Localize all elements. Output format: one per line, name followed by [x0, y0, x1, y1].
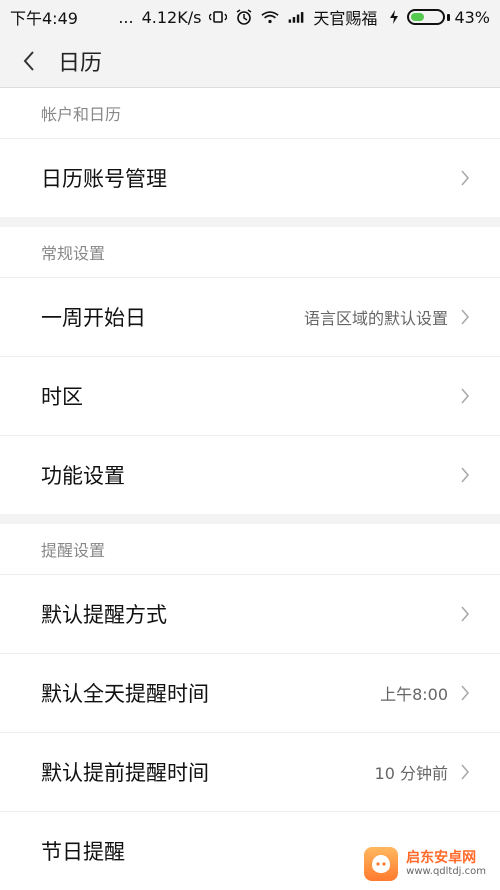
section-header: 提醒设置	[41, 541, 106, 560]
row-label: 日历账号管理	[41, 167, 167, 191]
battery-indicator: 43%	[385, 8, 490, 27]
charging-icon	[385, 10, 403, 24]
vibrate-icon	[209, 10, 228, 24]
row-label: 默认全天提醒时间	[41, 682, 209, 706]
row-label: 默认提醒方式	[41, 603, 167, 627]
watermark-url: www.qdltdj.com	[406, 866, 486, 878]
signal-icon	[287, 10, 305, 24]
row-value: 语言区域的默认设置	[303, 309, 448, 328]
row-default-reminder-method[interactable]: 默认提醒方式	[0, 574, 500, 653]
row-timezone[interactable]: 时区	[0, 356, 500, 435]
status-left: 下午4:49	[10, 5, 78, 29]
status-right: ... 4.12K/s 天官赐福 43%	[118, 5, 490, 29]
back-button[interactable]	[18, 50, 40, 72]
row-advance-reminder-time[interactable]: 默认提前提醒时间 10 分钟前	[0, 732, 500, 811]
wifi-icon	[261, 10, 280, 24]
row-label: 节日提醒	[41, 840, 125, 864]
section-divider	[0, 217, 500, 227]
watermark: 启东安卓网 www.qdltdj.com	[364, 847, 486, 881]
chevron-right-icon	[458, 167, 472, 189]
row-right: 上午8:00	[380, 681, 472, 705]
section-header: 帐户和日历	[41, 105, 122, 124]
chevron-right-icon	[458, 682, 472, 704]
chevron-right-icon	[458, 761, 472, 783]
chevron-left-icon	[23, 50, 34, 71]
chevron-right-icon	[458, 306, 472, 328]
row-week-start[interactable]: 一周开始日 语言区域的默认设置	[0, 277, 500, 356]
row-allday-reminder-time[interactable]: 默认全天提醒时间 上午8:00	[0, 653, 500, 732]
status-dots: ...	[118, 7, 134, 27]
chevron-right-icon	[458, 464, 472, 486]
battery-icon	[407, 9, 446, 25]
watermark-text: 启东安卓网 www.qdltdj.com	[406, 849, 486, 878]
row-calendar-accounts[interactable]: 日历账号管理	[0, 138, 500, 217]
row-value: 上午8:00	[380, 685, 448, 704]
row-right	[448, 603, 472, 625]
carrier-name: 天官赐福	[313, 9, 378, 28]
row-value: 10 分钟前	[374, 764, 448, 783]
section-accounts: 帐户和日历 日历账号管理	[0, 88, 500, 217]
section-general: 常规设置 一周开始日 语言区域的默认设置 时区 功能设置	[0, 227, 500, 514]
alarm-icon	[235, 9, 253, 25]
chevron-right-icon	[458, 603, 472, 625]
chevron-right-icon	[458, 385, 472, 407]
status-time: 下午4:49	[10, 9, 78, 28]
battery-fill	[411, 13, 425, 21]
row-label: 功能设置	[41, 464, 125, 488]
status-bar: 下午4:49 ... 4.12K/s 天官赐福 43%	[0, 0, 500, 34]
row-right	[448, 385, 472, 407]
row-label: 时区	[41, 385, 83, 409]
battery-percent: 43%	[454, 7, 490, 27]
watermark-title: 启东安卓网	[406, 849, 477, 866]
section-divider	[0, 514, 500, 524]
row-right: 10 分钟前	[375, 760, 472, 784]
row-right	[448, 167, 472, 189]
network-speed: 4.12K/s	[141, 7, 202, 27]
row-feature-settings[interactable]: 功能设置	[0, 435, 500, 514]
section-reminders: 提醒设置 默认提醒方式 默认全天提醒时间 上午8:00 默认提前提醒时间 10 …	[0, 524, 500, 890]
row-label: 默认提前提醒时间	[41, 761, 209, 785]
row-right: 语言区域的默认设置	[304, 305, 472, 329]
watermark-logo	[364, 847, 399, 881]
title-bar: 日历	[0, 34, 500, 88]
row-right	[448, 464, 472, 486]
page-title: 日历	[58, 50, 103, 76]
section-header: 常规设置	[41, 244, 106, 263]
row-label: 一周开始日	[41, 306, 146, 330]
battery-tip	[447, 13, 451, 21]
